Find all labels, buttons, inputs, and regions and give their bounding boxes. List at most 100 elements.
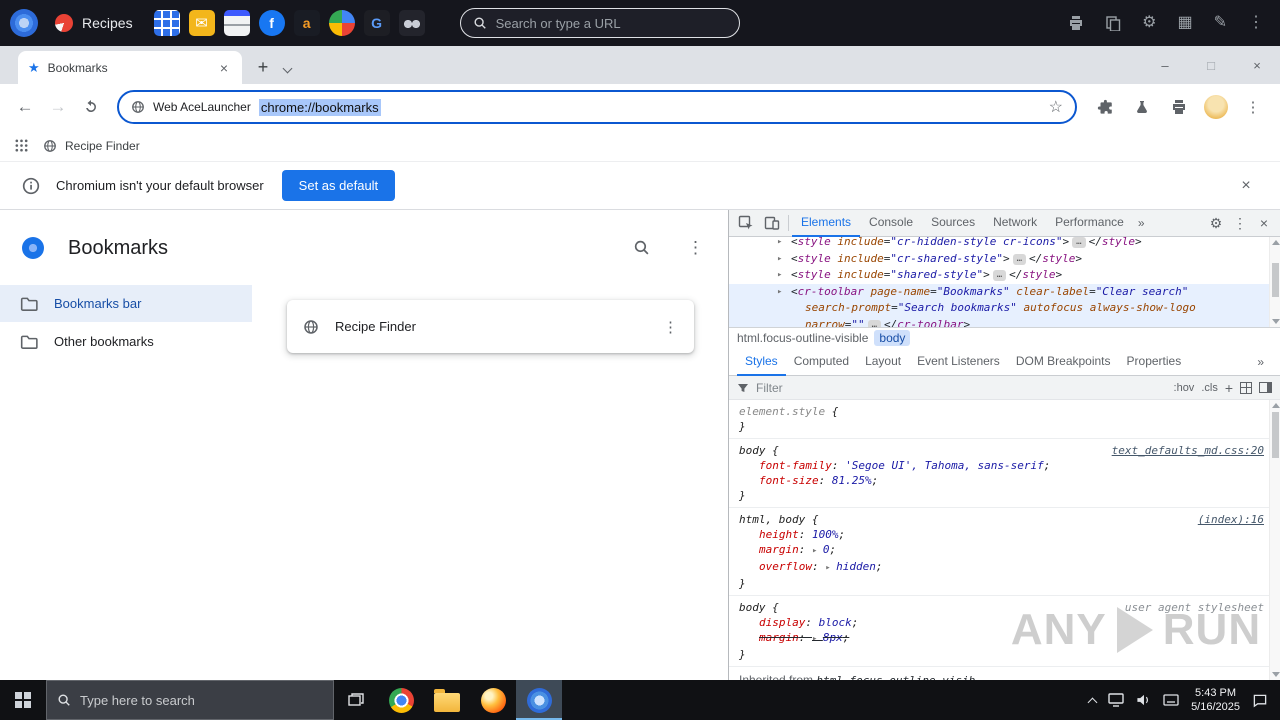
tab-event-listeners[interactable]: Event Listeners (909, 348, 1008, 376)
binoculars-shortcut-icon[interactable] (399, 10, 425, 36)
bookmark-star-icon[interactable]: ☆ (1049, 97, 1063, 117)
taskbar-clock[interactable]: 5:43 PM 5/16/2025 (1191, 686, 1240, 714)
dom-node-selected[interactable]: search-prompt="Search bookmarks" autofoc… (729, 300, 1280, 317)
expand-arrow-icon[interactable]: ▸ (777, 251, 782, 268)
devtools-settings-icon[interactable]: ⚙ (1204, 210, 1228, 236)
inspect-element-icon[interactable] (733, 210, 759, 236)
styles-scrollbar[interactable] (1269, 400, 1280, 680)
forward-button[interactable]: → (43, 92, 73, 122)
elements-scrollbar[interactable] (1269, 237, 1280, 327)
dom-node[interactable]: narrow=""…</cr-toolbar> (729, 317, 1280, 328)
tab-close-icon[interactable]: × (216, 60, 232, 76)
recipes-shortcut[interactable]: Recipes (47, 14, 145, 32)
keyboard-icon[interactable] (1163, 694, 1179, 706)
devtools-close-icon[interactable]: × (1252, 210, 1276, 236)
css-selector[interactable]: body (739, 444, 766, 457)
tab-bookmarks[interactable]: ★ Bookmarks × (18, 51, 242, 84)
dom-node[interactable]: ▸<style include="shared-style">…</style> (729, 267, 1280, 284)
expand-arrow-icon[interactable]: ▸ (777, 267, 782, 284)
chromium-logo-icon[interactable] (10, 9, 38, 37)
apps-grid-icon[interactable] (14, 138, 29, 153)
devtools-tab-performance[interactable]: Performance (1046, 210, 1133, 237)
taskbar-app-chromium-active[interactable] (516, 680, 562, 720)
printer-icon[interactable] (1068, 15, 1084, 31)
launcher-search[interactable] (460, 8, 740, 38)
more-sidebar-tabs-icon[interactable]: » (1257, 355, 1272, 369)
more-tabs-icon[interactable]: » (1133, 216, 1150, 230)
css-property[interactable]: height: 100%; (739, 527, 1280, 542)
stylesheet-source-link[interactable]: text_defaults_md.css:20 (1112, 444, 1264, 457)
back-button[interactable]: ← (10, 92, 40, 122)
stylesheet-source-link[interactable]: (index):16 (1198, 513, 1264, 526)
css-property[interactable]: overflow: ▸ hidden; (739, 559, 1280, 576)
css-property[interactable]: font-family: 'Segoe UI', Tahoma, sans-se… (739, 458, 1280, 473)
css-property[interactable]: display: block; (739, 615, 1280, 630)
computed-panel-icon[interactable] (1259, 382, 1272, 393)
taskbar-search[interactable] (46, 680, 334, 720)
print-button[interactable] (1162, 91, 1196, 123)
elements-tree[interactable]: ▸<style include="cr-hidden-style cr-icon… (729, 237, 1280, 327)
copy-pages-icon[interactable] (1105, 15, 1121, 31)
tab-dom-breakpoints[interactable]: DOM Breakpoints (1008, 348, 1119, 376)
css-selector[interactable]: body (739, 601, 766, 614)
breadcrumb-body[interactable]: body (874, 330, 910, 346)
minimize-button[interactable]: – (1142, 58, 1188, 73)
launcher-search-input[interactable] (496, 16, 727, 31)
taskbar-search-input[interactable] (80, 693, 323, 708)
taskbar-app-explorer[interactable] (424, 680, 470, 720)
expand-arrow-icon[interactable]: ▸ (777, 237, 782, 251)
taskbar-app-firefox[interactable] (470, 680, 516, 720)
css-property[interactable]: margin: ▸ 0; (739, 542, 1280, 559)
taskbar-app-chrome[interactable] (378, 680, 424, 720)
amazon-shortcut-icon[interactable]: a (294, 10, 320, 36)
google-shortcut-icon[interactable]: G (364, 10, 390, 36)
dom-node[interactable]: ▸<style include="cr-shared-style">…</sty… (729, 251, 1280, 268)
set-as-default-button[interactable]: Set as default (282, 170, 396, 201)
dom-node-selected[interactable]: ▸<cr-toolbar page-name="Bookmarks" clear… (729, 284, 1280, 301)
address-bar[interactable]: Web AceLauncher chrome://bookmarks ☆ (117, 90, 1077, 124)
action-center-icon[interactable] (1252, 693, 1268, 708)
sidebar-item-other-bookmarks[interactable]: Other bookmarks (0, 323, 252, 360)
reload-button[interactable] (76, 92, 106, 122)
tab-layout[interactable]: Layout (857, 348, 909, 376)
devtools-tab-elements[interactable]: Elements (792, 210, 860, 237)
devtools-tab-console[interactable]: Console (860, 210, 922, 237)
bookmark-item-menu-icon[interactable]: ⋮ (663, 318, 678, 336)
device-toolbar-icon[interactable] (759, 210, 785, 236)
expand-arrow-icon[interactable]: ▸ (777, 284, 782, 301)
design-tools-icon[interactable]: ✎ (1214, 15, 1227, 31)
network-icon[interactable] (1108, 693, 1124, 707)
browser-menu-button[interactable]: ⋮ (1236, 91, 1270, 123)
maximize-button[interactable]: □ (1188, 58, 1234, 73)
css-selector[interactable]: element.style (739, 405, 825, 418)
css-selector[interactable]: html, body (739, 513, 805, 526)
calculator-grid-icon[interactable]: ▦ (1177, 15, 1192, 31)
styles-filter-input[interactable] (756, 381, 1167, 395)
infobar-close-icon[interactable]: × (1234, 177, 1258, 195)
mail-shortcut-icon[interactable]: ✉ (189, 10, 215, 36)
grid-overlay-icon[interactable] (1240, 382, 1252, 394)
gear-icon[interactable]: ⚙ (1142, 15, 1156, 31)
url-text-selected[interactable]: chrome://bookmarks (259, 99, 381, 116)
profile-button[interactable] (1199, 91, 1233, 123)
pinwheel-shortcut-icon[interactable] (329, 10, 355, 36)
css-property[interactable]: font-size: 81.25%; (739, 473, 1280, 488)
tab-search-chevron-icon[interactable] (283, 64, 293, 74)
bookmark-item-card[interactable]: Recipe Finder ⋮ (287, 300, 694, 353)
extensions-button[interactable] (1088, 91, 1122, 123)
dom-node[interactable]: ▸<style include="cr-hidden-style cr-icon… (729, 237, 1280, 251)
class-toggle[interactable]: .cls (1201, 382, 1218, 394)
beaker-button[interactable] (1125, 91, 1159, 123)
devtools-tab-network[interactable]: Network (984, 210, 1046, 237)
page-menu-icon[interactable]: ⋮ (687, 238, 704, 258)
styles-pane[interactable]: element.style {}body {text_defaults_md.c… (729, 400, 1280, 680)
start-button[interactable] (0, 680, 46, 720)
breadcrumb-html[interactable]: html.focus-outline-visible (737, 331, 868, 345)
new-style-rule-icon[interactable]: + (1225, 380, 1233, 396)
new-tab-button[interactable]: + (250, 54, 276, 80)
sidebar-item-bookmarks-bar[interactable]: Bookmarks bar (0, 285, 252, 322)
devtools-tab-sources[interactable]: Sources (922, 210, 984, 237)
close-window-button[interactable]: × (1234, 58, 1280, 73)
tab-styles[interactable]: Styles (737, 348, 786, 376)
launcher-menu-icon[interactable]: ⋮ (1248, 15, 1264, 31)
